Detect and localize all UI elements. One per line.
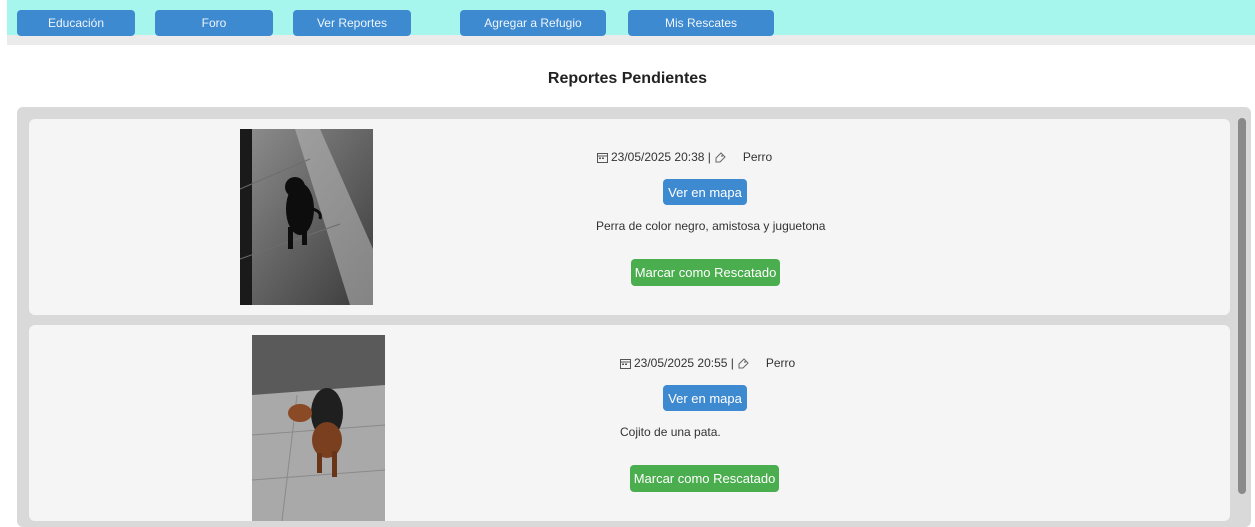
report-card: 23/05/2025 20:38 | Perro Ver en mapa Per… (29, 119, 1230, 315)
dog-photo-image (252, 335, 385, 521)
report-meta: 23/05/2025 20:38 | Perro (597, 150, 772, 164)
calendar-icon (620, 358, 631, 369)
nav-agregar-refugio-button[interactable]: Agregar a Refugio (460, 10, 606, 36)
report-description: Cojito de una pata. (620, 425, 721, 439)
view-map-button[interactable]: Ver en mapa (663, 385, 747, 411)
list-scrollbar[interactable] (1238, 118, 1246, 494)
nav-foro-button[interactable]: Foro (155, 10, 273, 36)
dog-photo-image (240, 129, 373, 305)
page-title: Reportes Pendientes (547, 70, 708, 87)
nav-educacion-button[interactable]: Educación (17, 10, 135, 36)
nav-ver-reportes-button[interactable]: Ver Reportes (293, 10, 411, 36)
report-date: 23/05/2025 20:55 | (634, 356, 734, 370)
view-map-button[interactable]: Ver en mapa (663, 179, 747, 205)
report-species: Perro (742, 150, 773, 164)
topbar-left-edge (0, 0, 7, 45)
calendar-icon (597, 152, 608, 163)
mark-rescued-button[interactable]: Marcar como Rescatado (631, 259, 780, 286)
mark-rescued-button[interactable]: Marcar como Rescatado (630, 465, 779, 492)
report-date: 23/05/2025 20:38 | (611, 150, 711, 164)
dog-photo (240, 129, 373, 305)
tag-icon (738, 357, 749, 369)
report-description: Perra de color negro, amistosa y jugueto… (596, 219, 826, 233)
tag-icon (715, 151, 726, 163)
top-navigation-bar: Educación Foro Ver Reportes Agregar a Re… (0, 0, 1255, 45)
report-card: 23/05/2025 20:55 | Perro Ver en mapa Coj… (29, 325, 1230, 521)
nav-mis-rescates-button[interactable]: Mis Rescates (628, 10, 774, 36)
dog-photo (252, 335, 385, 521)
report-species: Perro (765, 356, 796, 370)
report-meta: 23/05/2025 20:55 | Perro (620, 356, 795, 370)
